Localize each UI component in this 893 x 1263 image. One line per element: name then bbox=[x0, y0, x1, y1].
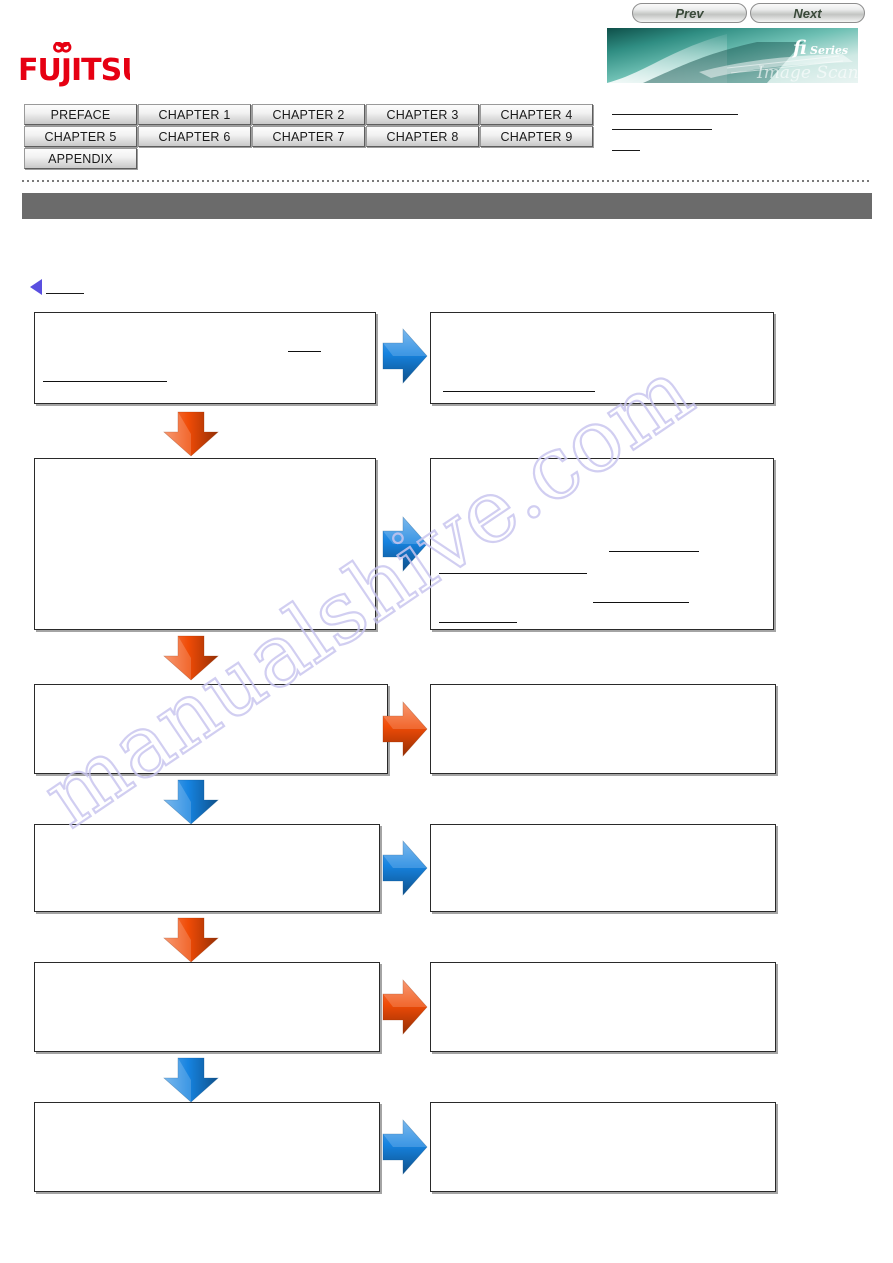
redacted-rule-3 bbox=[443, 391, 595, 392]
redacted-rule-5 bbox=[609, 551, 699, 552]
tab-preface[interactable]: PREFACE bbox=[24, 104, 137, 125]
flow-arrow-down-4 bbox=[160, 916, 222, 964]
tab-chapter-1[interactable]: CHAPTER 1 bbox=[138, 104, 251, 125]
flow-box-left-2 bbox=[34, 458, 376, 630]
redacted-rule-6 bbox=[439, 622, 517, 623]
flow-arrow-down-1 bbox=[160, 410, 222, 458]
banner-subtitle: Image Scanner bbox=[756, 63, 858, 83]
tab-chapter-6[interactable]: CHAPTER 6 bbox=[138, 126, 251, 147]
flow-arrow-right-1 bbox=[381, 325, 429, 387]
process-flow-diagram bbox=[0, 0, 893, 1263]
fujitsu-logo: FUJITSU bbox=[18, 42, 130, 88]
flow-box-right-3 bbox=[430, 684, 776, 774]
prev-button[interactable]: Prev bbox=[632, 3, 747, 23]
tab-chapter-4[interactable]: CHAPTER 4 bbox=[480, 104, 593, 125]
tab-chapter-5[interactable]: CHAPTER 5 bbox=[24, 126, 137, 147]
flow-box-right-5 bbox=[430, 962, 776, 1052]
svg-text:FUJITSU: FUJITSU bbox=[18, 53, 130, 88]
pager-band bbox=[22, 193, 872, 219]
flow-box-right-1 bbox=[430, 312, 774, 404]
banner-product: fi bbox=[791, 37, 807, 59]
tab-appendix[interactable]: APPENDIX bbox=[24, 148, 137, 169]
back-triangle-icon bbox=[30, 279, 42, 295]
tab-chapter-9[interactable]: CHAPTER 9 bbox=[480, 126, 593, 147]
flow-box-right-4 bbox=[430, 824, 776, 912]
next-button[interactable]: Next bbox=[750, 3, 865, 23]
flow-box-right-6 bbox=[430, 1102, 776, 1192]
banner-series: Series bbox=[810, 44, 848, 57]
tab-chapter-3[interactable]: CHAPTER 3 bbox=[366, 104, 479, 125]
redacted-rule-4 bbox=[439, 573, 587, 574]
flow-arrow-right-6 bbox=[381, 1116, 429, 1178]
redacted-rule-7 bbox=[593, 602, 689, 603]
flow-arrow-down-2 bbox=[160, 634, 222, 682]
chapter-tab-row-2: CHAPTER 5 CHAPTER 6 CHAPTER 7 CHAPTER 8 CHAP… bbox=[24, 126, 604, 147]
back-link[interactable] bbox=[30, 279, 84, 296]
redacted-rule-1 bbox=[43, 381, 167, 382]
flow-box-left-3 bbox=[34, 684, 388, 774]
flow-arrow-right-5 bbox=[381, 976, 429, 1038]
flow-box-left-6 bbox=[34, 1102, 380, 1192]
header-rule-1 bbox=[612, 114, 738, 115]
chapter-tab-row-3: APPENDIX bbox=[24, 148, 604, 169]
chapter-tab-row-1: PREFACE CHAPTER 1 CHAPTER 2 CHAPTER 3 CHAPTE… bbox=[24, 104, 604, 125]
tab-chapter-7[interactable]: CHAPTER 7 bbox=[252, 126, 365, 147]
flow-box-left-4 bbox=[34, 824, 380, 912]
flow-arrow-right-2 bbox=[381, 513, 429, 575]
flow-box-right-2 bbox=[430, 458, 774, 630]
redacted-rule-2 bbox=[288, 351, 321, 352]
fi-series-banner: fi Series Image Scanner bbox=[607, 28, 858, 83]
chapter-tab-nav: PREFACE CHAPTER 1 CHAPTER 2 CHAPTER 3 CHAPTE… bbox=[24, 104, 604, 170]
flow-box-left-1 bbox=[34, 312, 376, 404]
flow-arrow-right-3 bbox=[381, 698, 429, 760]
tab-chapter-2[interactable]: CHAPTER 2 bbox=[252, 104, 365, 125]
flow-box-left-5 bbox=[34, 962, 380, 1052]
tab-chapter-8[interactable]: CHAPTER 8 bbox=[366, 126, 479, 147]
flow-arrow-down-3 bbox=[160, 778, 222, 826]
back-link-rule bbox=[46, 293, 84, 294]
header-rule-2 bbox=[612, 129, 712, 130]
flow-arrow-right-4 bbox=[381, 837, 429, 899]
header-rule-3 bbox=[612, 150, 640, 151]
flow-arrow-down-5 bbox=[160, 1056, 222, 1104]
manual-page: manualshive.com FUJITSU bbox=[0, 0, 893, 1263]
dotted-divider bbox=[22, 180, 872, 182]
